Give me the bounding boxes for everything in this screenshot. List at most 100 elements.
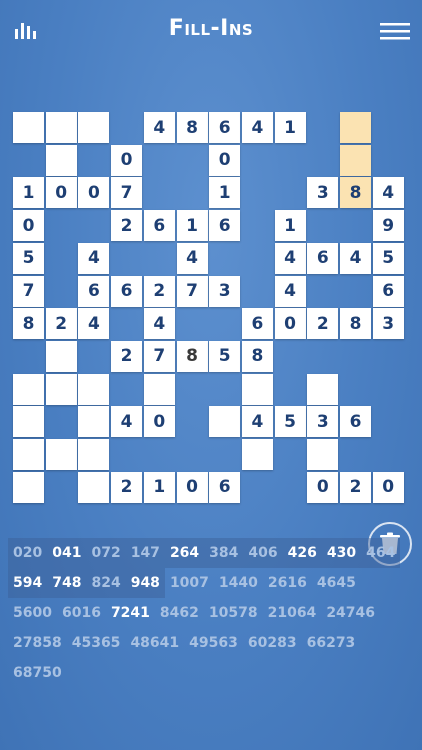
- grid-cell[interactable]: 2: [307, 308, 339, 340]
- word-item[interactable]: 27858: [8, 628, 67, 658]
- word-item[interactable]: 1007: [165, 568, 214, 598]
- grid-cell[interactable]: 1: [176, 210, 208, 242]
- grid-cell[interactable]: 0: [274, 308, 306, 340]
- grid-cell[interactable]: 7: [176, 275, 208, 307]
- grid-cell[interactable]: 6: [209, 210, 241, 242]
- grid-cell[interactable]: [78, 471, 110, 503]
- grid-cell[interactable]: [45, 112, 77, 143]
- grid-cell[interactable]: 8: [241, 340, 273, 372]
- grid-cell[interactable]: 8: [176, 112, 208, 143]
- word-item[interactable]: 45365: [67, 628, 126, 658]
- grid-cell[interactable]: 7: [143, 340, 175, 372]
- grid-cell[interactable]: [340, 112, 371, 143]
- grid-cell[interactable]: 0: [13, 210, 44, 242]
- grid-cell[interactable]: 5: [13, 242, 44, 274]
- grid-cell[interactable]: 4: [78, 308, 110, 340]
- grid-cell[interactable]: [13, 112, 44, 143]
- grid-cell[interactable]: [78, 406, 110, 438]
- word-item[interactable]: 2616: [263, 568, 312, 598]
- word-item[interactable]: 426: [282, 538, 322, 568]
- word-item[interactable]: 8462: [155, 598, 204, 628]
- grid-cell[interactable]: [45, 144, 77, 176]
- grid-cell[interactable]: [78, 112, 110, 143]
- grid-cell[interactable]: [209, 406, 241, 438]
- grid-cell[interactable]: [45, 340, 77, 372]
- word-item[interactable]: 5600: [8, 598, 57, 628]
- grid-cell[interactable]: [13, 373, 44, 405]
- grid-cell[interactable]: 6: [307, 242, 339, 274]
- grid-cell[interactable]: 5: [209, 340, 241, 372]
- word-item[interactable]: 4645: [312, 568, 361, 598]
- grid-cell[interactable]: 6: [143, 210, 175, 242]
- grid-cell[interactable]: 0: [143, 406, 175, 438]
- word-item[interactable]: 594: [8, 568, 48, 598]
- grid-cell[interactable]: 9: [372, 210, 404, 242]
- word-item[interactable]: 748: [47, 568, 87, 598]
- grid-cell[interactable]: 1: [13, 177, 44, 209]
- grid-cell[interactable]: 3: [209, 275, 241, 307]
- grid-cell[interactable]: 0: [372, 471, 404, 503]
- grid-cell[interactable]: 3: [307, 177, 339, 209]
- word-item[interactable]: 60283: [243, 628, 302, 658]
- grid-cell[interactable]: 3: [307, 406, 339, 438]
- grid-cell[interactable]: [307, 373, 339, 405]
- word-item[interactable]: 49563: [184, 628, 243, 658]
- grid-cell[interactable]: 4: [241, 406, 273, 438]
- word-item[interactable]: 041: [47, 538, 87, 568]
- word-item[interactable]: 66273: [302, 628, 361, 658]
- grid-cell[interactable]: 8: [13, 308, 44, 340]
- grid-cell[interactable]: 6: [340, 406, 371, 438]
- word-item[interactable]: 430: [321, 538, 362, 568]
- grid-cell[interactable]: 0: [111, 144, 143, 176]
- grid-cell[interactable]: 7: [111, 177, 143, 209]
- grid-cell[interactable]: 4: [241, 112, 273, 143]
- grid-cell[interactable]: 8: [176, 340, 208, 372]
- word-item[interactable]: 147: [125, 538, 165, 568]
- grid-cell[interactable]: 2: [111, 471, 143, 503]
- grid-cell[interactable]: 4: [111, 406, 143, 438]
- grid-cell[interactable]: 1: [143, 471, 175, 503]
- word-item[interactable]: 948: [125, 568, 165, 598]
- grid-cell[interactable]: [13, 439, 44, 470]
- grid-cell[interactable]: [45, 439, 77, 470]
- grid-cell[interactable]: 8: [340, 308, 371, 340]
- grid-cell[interactable]: 5: [372, 242, 404, 274]
- grid-cell[interactable]: 8: [340, 177, 371, 209]
- grid-cell[interactable]: [13, 471, 44, 503]
- grid-cell[interactable]: [241, 439, 273, 470]
- word-item[interactable]: 264: [164, 538, 205, 568]
- grid-cell[interactable]: 6: [78, 275, 110, 307]
- grid-cell[interactable]: [13, 406, 44, 438]
- grid-cell[interactable]: 4: [274, 275, 306, 307]
- grid-cell[interactable]: 4: [143, 308, 175, 340]
- word-item[interactable]: 6016: [57, 598, 106, 628]
- word-item[interactable]: 824: [86, 568, 126, 598]
- word-item[interactable]: 10578: [204, 598, 263, 628]
- grid-cell[interactable]: 0: [307, 471, 339, 503]
- grid-cell[interactable]: 2: [111, 340, 143, 372]
- grid-cell[interactable]: [340, 144, 371, 176]
- grid-cell[interactable]: 4: [176, 242, 208, 274]
- grid-cell[interactable]: 1: [209, 177, 241, 209]
- grid-cell[interactable]: 2: [111, 210, 143, 242]
- grid-cell[interactable]: 3: [372, 308, 404, 340]
- grid-cell[interactable]: [78, 439, 110, 470]
- word-item[interactable]: 1440: [214, 568, 263, 598]
- grid-cell[interactable]: 6: [209, 112, 241, 143]
- grid-cell[interactable]: 5: [274, 406, 306, 438]
- word-item[interactable]: 406: [243, 538, 283, 568]
- grid-cell[interactable]: 6: [111, 275, 143, 307]
- grid-cell[interactable]: [307, 439, 339, 470]
- word-item[interactable]: 68750: [8, 658, 67, 688]
- word-item[interactable]: 24746: [321, 598, 380, 628]
- grid-cell[interactable]: 0: [45, 177, 77, 209]
- grid-cell[interactable]: 4: [143, 112, 175, 143]
- grid-cell[interactable]: 6: [209, 471, 241, 503]
- word-item[interactable]: 384: [204, 538, 244, 568]
- word-item[interactable]: 7241: [106, 598, 155, 628]
- grid-cell[interactable]: 4: [340, 242, 371, 274]
- grid-cell[interactable]: 2: [340, 471, 371, 503]
- grid-cell[interactable]: 0: [176, 471, 208, 503]
- grid-cell[interactable]: [45, 373, 77, 405]
- grid-cell[interactable]: 6: [372, 275, 404, 307]
